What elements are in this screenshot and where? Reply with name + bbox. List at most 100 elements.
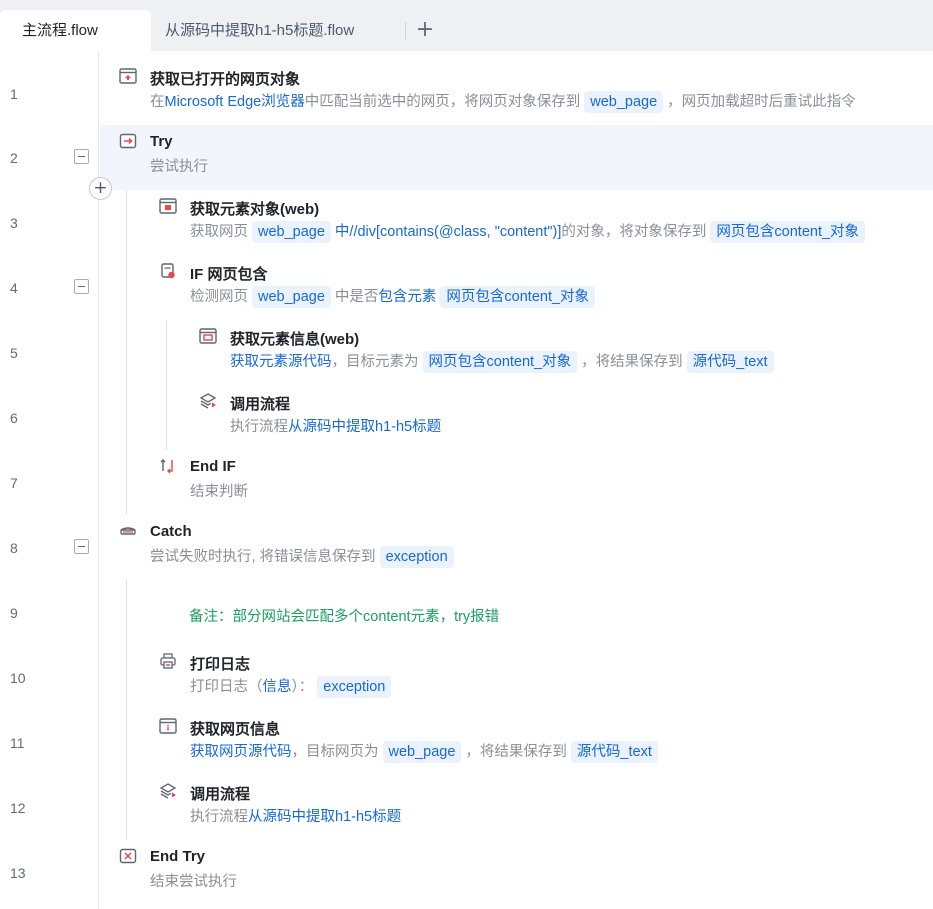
step-get-opened-webpage[interactable]: 获取已打开的网页对象 在Microsoft Edge浏览器中匹配当前选中的网页，… bbox=[100, 60, 933, 125]
desc-link: 中 bbox=[334, 224, 350, 240]
step-catch[interactable]: Catch 尝试失败时执行, 将错误信息保存到 exception bbox=[100, 515, 933, 580]
step-get-webpage-info[interactable]: 获取网页信息 获取网页源代码，目标网页为 web_page ，将结果保存到 源代码_t… bbox=[100, 710, 933, 775]
step-get-element-info[interactable]: 获取元素信息(web) 获取元素源代码，目标元素为 网页包含content_对象，… bbox=[100, 320, 933, 385]
end-if-icon bbox=[159, 457, 177, 475]
if-webpage-icon bbox=[159, 262, 177, 280]
step-description: 执行流程从源码中提取h1-h5标题 bbox=[190, 805, 401, 829]
collapse-try-button[interactable] bbox=[74, 149, 89, 164]
xpath-link[interactable]: //div[contains(@class, "content")] bbox=[349, 224, 561, 240]
operation-link[interactable]: 获取网页源代码 bbox=[190, 744, 292, 760]
desc-text: ）： bbox=[291, 679, 314, 695]
tab-main-flow[interactable]: 主流程.flow bbox=[0, 10, 151, 51]
step-title: 获取网页信息 bbox=[190, 721, 281, 738]
flow-link[interactable]: 从源码中提取h1-h5标题 bbox=[288, 419, 441, 435]
add-step-button[interactable]: + bbox=[89, 177, 112, 200]
step-call-flow[interactable]: 调用流程 执行流程从源码中提取h1-h5标题 bbox=[100, 385, 933, 450]
tab-separator bbox=[405, 22, 406, 40]
step-description: 执行流程从源码中提取h1-h5标题 bbox=[230, 415, 441, 439]
step-description: 检测网页 web_page 中是否包含元素 网页包含content_对象 bbox=[190, 285, 599, 309]
step-title: 获取元素对象(web) bbox=[190, 201, 320, 218]
page-info-icon bbox=[159, 717, 177, 735]
line-number: 12 bbox=[10, 800, 26, 816]
browser-window-icon bbox=[119, 67, 137, 85]
comment-text: 备注：部分网站会匹配多个content元素，try报错 bbox=[189, 609, 500, 625]
step-description: 获取网页 web_page 中//div[contains(@class, "con… bbox=[190, 220, 869, 244]
step-title: Catch bbox=[150, 523, 192, 540]
desc-text: ，网页加载超时后重试此指令 bbox=[667, 94, 856, 110]
desc-text: ，目标网页为 bbox=[291, 744, 379, 760]
desc-text: 执行流程 bbox=[190, 809, 248, 825]
variable-pill[interactable]: 网页包含content_对象 bbox=[710, 221, 866, 243]
browser-element-icon bbox=[159, 197, 177, 215]
log-level-link[interactable]: 信息 bbox=[263, 679, 292, 695]
desc-text: 尝试失败时执行, 将错误信息保存到 bbox=[150, 549, 376, 565]
desc-text: 检测网页 bbox=[190, 289, 248, 305]
step-title: Try bbox=[150, 133, 173, 150]
tab-extract-headings-flow[interactable]: 从源码中提取h1-h5标题.flow bbox=[151, 10, 406, 51]
line-number: 4 bbox=[10, 280, 18, 296]
line-number: 7 bbox=[10, 475, 18, 491]
printer-icon bbox=[159, 652, 177, 670]
step-try[interactable]: Try 尝试执行 bbox=[100, 125, 933, 190]
line-number: 1 bbox=[10, 86, 18, 102]
end-try-icon bbox=[119, 847, 137, 865]
line-number: 8 bbox=[10, 540, 18, 556]
tab-bar: 主流程.flow 从源码中提取h1-h5标题.flow + bbox=[0, 0, 933, 51]
step-description: 结束判断 bbox=[190, 484, 248, 500]
collapse-catch-button[interactable] bbox=[74, 539, 89, 554]
desc-text: 在 bbox=[150, 94, 165, 110]
catch-icon bbox=[119, 522, 137, 540]
variable-pill[interactable]: 网页包含content_对象 bbox=[422, 351, 578, 373]
variable-pill[interactable]: 源代码_text bbox=[686, 351, 774, 373]
step-print-log[interactable]: 打印日志 打印日志（信息）： exception bbox=[100, 645, 933, 710]
desc-text: ，将结果保存到 bbox=[581, 354, 683, 370]
desc-text: 打印日志（ bbox=[190, 679, 263, 695]
step-description: 尝试失败时执行, 将错误信息保存到 exception bbox=[150, 545, 458, 569]
step-title: End Try bbox=[150, 848, 206, 865]
variable-pill[interactable]: exception bbox=[379, 546, 454, 568]
step-title: 调用流程 bbox=[230, 396, 291, 413]
desc-text: 获取网页 bbox=[190, 224, 248, 240]
line-number: 2 bbox=[10, 150, 18, 166]
desc-text: 的对象，将对象保存到 bbox=[561, 224, 707, 240]
step-title: 获取元素信息(web) bbox=[230, 331, 360, 348]
step-end-try[interactable]: End Try 结束尝试执行 bbox=[100, 840, 933, 905]
collapse-if-button[interactable] bbox=[74, 279, 89, 294]
variable-pill[interactable]: 网页包含content_对象 bbox=[440, 286, 596, 308]
step-get-element-object[interactable]: 获取元素对象(web) 获取网页 web_page 中//div[contains(… bbox=[100, 190, 933, 255]
step-title: 打印日志 bbox=[190, 656, 251, 673]
line-number: 11 bbox=[10, 735, 25, 751]
variable-pill[interactable]: web_page bbox=[382, 741, 462, 763]
step-description: 在Microsoft Edge浏览器中匹配当前选中的网页，将网页对象保存到 web… bbox=[150, 90, 856, 114]
step-description: 尝试执行 bbox=[150, 159, 208, 175]
step-if-webpage-contains[interactable]: IF 网页包含 检测网页 web_page 中是否包含元素 网页包含content_对… bbox=[100, 255, 933, 320]
variable-pill[interactable]: 源代码_text bbox=[570, 741, 658, 763]
step-title: 调用流程 bbox=[190, 786, 251, 803]
step-description: 打印日志（信息）： exception bbox=[190, 675, 395, 699]
variable-pill[interactable]: exception bbox=[317, 676, 392, 698]
step-description: 结束尝试执行 bbox=[150, 874, 237, 890]
desc-text: 中匹配当前选中的网页，将网页对象保存到 bbox=[304, 94, 581, 110]
line-number: 10 bbox=[10, 670, 26, 686]
line-number: 3 bbox=[10, 215, 18, 231]
element-info-icon bbox=[199, 327, 217, 345]
step-description: 获取元素源代码，目标元素为 网页包含content_对象 ，将结果保存到 源代码_te… bbox=[230, 350, 778, 374]
desc-text: ，将结果保存到 bbox=[465, 744, 567, 760]
operation-link[interactable]: 获取元素源代码 bbox=[230, 354, 332, 370]
variable-pill[interactable]: web_page bbox=[584, 91, 664, 113]
line-number: 13 bbox=[10, 865, 26, 881]
line-gutter: 1 2 3 4 5 6 7 8 9 10 11 12 13 bbox=[0, 51, 99, 909]
step-title: End IF bbox=[190, 458, 236, 475]
desc-text: 执行流程 bbox=[230, 419, 288, 435]
layers-icon bbox=[159, 782, 177, 800]
step-title: IF 网页包含 bbox=[190, 266, 268, 283]
flow-link[interactable]: 从源码中提取h1-h5标题 bbox=[248, 809, 401, 825]
condition-link[interactable]: 包含元素 bbox=[378, 289, 436, 305]
variable-pill[interactable]: web_page bbox=[252, 221, 331, 243]
step-call-flow[interactable]: 调用流程 执行流程从源码中提取h1-h5标题 bbox=[100, 775, 933, 840]
layers-icon bbox=[199, 392, 217, 410]
browser-link[interactable]: Microsoft Edge浏览器 bbox=[165, 94, 305, 110]
step-end-if[interactable]: End IF 结束判断 bbox=[100, 450, 933, 515]
add-tab-button[interactable]: + bbox=[414, 19, 436, 41]
variable-pill[interactable]: web_page bbox=[252, 286, 331, 308]
